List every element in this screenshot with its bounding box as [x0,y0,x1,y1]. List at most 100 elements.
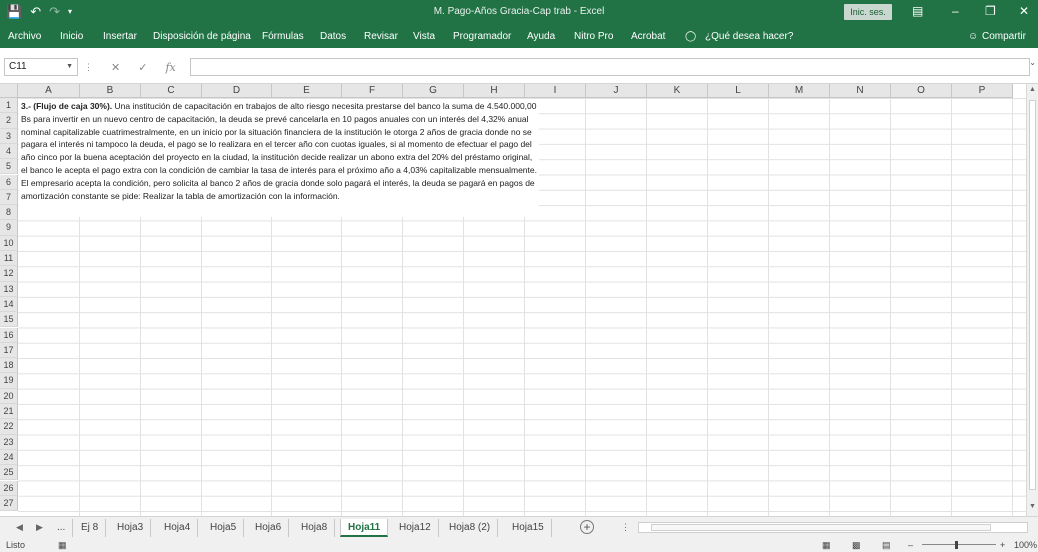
sheet-tab-ej-8[interactable]: Ej 8 [74,519,107,537]
row-header-12[interactable]: 12 [0,266,18,282]
page-break-view-icon[interactable]: ▤ [882,540,891,551]
problem-text-cell[interactable]: 3.- (Flujo de caja 30%). Una institución… [19,99,539,217]
prev-sheet-icon[interactable]: ◀ [16,522,23,533]
sheet-tab-hoja11[interactable]: Hoja11 [340,519,389,537]
sheet-tab-hoja8[interactable]: Hoja8 [294,519,336,537]
tab-split-handle-icon[interactable]: ⋮ [621,522,630,533]
row-header-14[interactable]: 14 [0,296,18,313]
tab-vista[interactable]: Vista [413,31,435,42]
restore-icon[interactable]: ❐ [985,3,996,19]
column-header-g[interactable]: G [403,84,464,98]
tab-insertar[interactable]: Insertar [103,31,137,42]
sheet-tab-hoja5[interactable]: Hoja5 [203,519,245,537]
column-header-j[interactable]: J [586,84,647,98]
row-header-18[interactable]: 18 [0,358,18,374]
row-header-27[interactable]: 27 [0,495,18,512]
sheet-tab-hoja4[interactable]: Hoja4 [157,519,199,537]
row-header-15[interactable]: 15 [0,312,18,328]
row-header-24[interactable]: 24 [0,449,18,466]
row-header-25[interactable]: 25 [0,465,18,481]
next-sheet-icon[interactable]: ▶ [36,522,43,533]
column-header-n[interactable]: N [830,84,891,98]
tab-inicio[interactable]: Inicio [60,31,83,42]
row-header-7[interactable]: 7 [0,189,18,206]
sign-in-button[interactable]: Inic. ses. [844,4,892,20]
zoom-level[interactable]: 100% [1014,540,1037,550]
tab-revisar[interactable]: Revisar [364,31,398,42]
tab-acrobat[interactable]: Acrobat [631,31,665,42]
row-header-13[interactable]: 13 [0,281,18,297]
tab-ayuda[interactable]: Ayuda [527,31,555,42]
row-header-20[interactable]: 20 [0,388,18,404]
row-header-5[interactable]: 5 [0,159,18,175]
column-header-a[interactable]: A [18,84,80,98]
tab-disposicion[interactable]: Disposición de página [153,31,251,42]
scroll-up-icon[interactable]: ▲ [1029,86,1036,93]
row-header-6[interactable]: 6 [0,174,18,190]
cancel-icon[interactable]: ✕ [111,61,120,74]
column-header-m[interactable]: M [769,84,830,98]
row-header-8[interactable]: 8 [0,205,18,221]
more-sheets-button[interactable]: ... [50,519,74,537]
column-header-e[interactable]: E [272,84,342,98]
name-box[interactable]: C11 ▼ [4,58,78,76]
column-header-i[interactable]: I [525,84,586,98]
column-header-h[interactable]: H [464,84,525,98]
row-header-2[interactable]: 2 [0,113,18,129]
minimize-icon[interactable]: – [952,3,959,19]
sheet-tab-hoja15[interactable]: Hoja15 [505,519,552,537]
page-layout-view-icon[interactable]: ▩ [852,540,861,551]
zoom-slider-thumb[interactable] [955,541,958,549]
expand-formula-icon[interactable]: ⌄ [1029,58,1036,67]
close-icon[interactable]: ✕ [1019,3,1029,19]
column-header-f[interactable]: F [342,84,403,98]
enter-icon[interactable]: ✓ [138,61,147,74]
column-header-k[interactable]: K [647,84,708,98]
sheet-tab-hoja3[interactable]: Hoja3 [110,519,152,537]
vertical-scroll-thumb[interactable] [1029,100,1036,490]
column-header-d[interactable]: D [202,84,272,98]
chevron-down-icon[interactable]: ▼ [66,59,73,75]
column-header-o[interactable]: O [891,84,952,98]
scroll-down-icon[interactable]: ▼ [1029,503,1036,510]
row-header-10[interactable]: 10 [0,235,18,251]
tab-formulas[interactable]: Fórmulas [262,31,304,42]
add-sheet-icon[interactable]: + [580,520,594,534]
column-header-l[interactable]: L [708,84,769,98]
normal-view-icon[interactable]: ▦ [822,540,831,551]
insert-function-icon[interactable]: fx [165,61,175,74]
zoom-out-icon[interactable]: – [908,540,913,550]
row-header-26[interactable]: 26 [0,480,18,496]
row-header-22[interactable]: 22 [0,419,18,435]
row-header-16[interactable]: 16 [0,327,18,343]
macro-record-icon[interactable]: ▦ [58,540,67,551]
tell-me-search[interactable]: ¿Qué desea hacer? [705,31,793,42]
sheet-tab-hoja8-2[interactable]: Hoja8 (2) [442,519,499,537]
row-header-23[interactable]: 23 [0,434,18,450]
row-header-4[interactable]: 4 [0,143,18,160]
sheet-tab-hoja6[interactable]: Hoja6 [248,519,290,537]
horizontal-scrollbar[interactable] [638,522,1028,533]
zoom-in-icon[interactable]: + [1000,540,1005,550]
column-header-b[interactable]: B [80,84,141,98]
sheet-tab-hoja12[interactable]: Hoja12 [392,519,439,537]
row-header-21[interactable]: 21 [0,404,18,420]
vertical-scrollbar[interactable]: ▲ ▼ [1026,84,1038,516]
row-header-1[interactable]: 1 [0,98,18,114]
column-header-p[interactable]: P [952,84,1013,98]
row-header-9[interactable]: 9 [0,220,18,236]
formula-input[interactable] [190,58,1030,76]
tab-nitro-pro[interactable]: Nitro Pro [574,31,613,42]
share-button[interactable]: Compartir [982,31,1026,42]
row-header-19[interactable]: 19 [0,373,18,389]
row-header-17[interactable]: 17 [0,342,18,359]
tab-datos[interactable]: Datos [320,31,346,42]
tab-programador[interactable]: Programador [453,31,511,42]
zoom-slider[interactable] [922,544,996,545]
tab-archivo[interactable]: Archivo [8,31,41,42]
row-header-11[interactable]: 11 [0,251,18,267]
ribbon-display-icon[interactable]: ▤ [912,3,923,19]
column-header-c[interactable]: C [141,84,202,98]
row-header-3[interactable]: 3 [0,128,18,144]
horizontal-scroll-thumb[interactable] [651,524,991,531]
